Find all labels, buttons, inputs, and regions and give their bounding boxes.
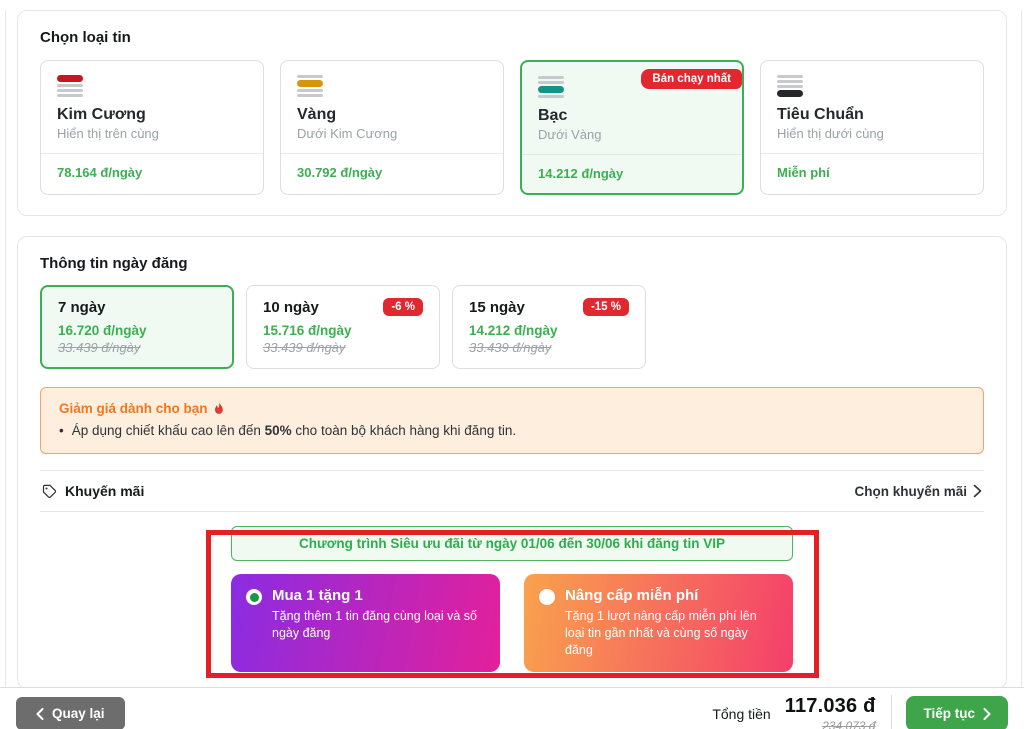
duration-old-price: 33.439 đ/ngày	[263, 340, 423, 355]
promotion-cards: Mua 1 tặng 1 Tặng thêm 1 tin đăng cùng l…	[231, 574, 793, 672]
total-amount: 117.036 đ	[785, 695, 876, 718]
promo-card-title: Mua 1 tặng 1	[272, 587, 485, 604]
back-button-label: Quay lại	[52, 706, 105, 721]
duration-old-price: 33.439 đ/ngày	[469, 340, 629, 355]
post-pricing-page: Chọn loại tin Kim Cương Hiển thị trên cù…	[0, 10, 1024, 729]
bullet-text: cho toàn bộ khách hàng khi đăng tin.	[292, 423, 516, 438]
promo-card-buy1-get1[interactable]: Mua 1 tặng 1 Tặng thêm 1 tin đăng cùng l…	[231, 574, 500, 672]
flame-icon	[213, 402, 225, 416]
promo-card-description: Tặng 1 lượt nâng cấp miễn phí lên loại t…	[565, 608, 778, 659]
type-card-main: Tiêu Chuẩn Hiển thị dưới cùng	[761, 61, 983, 153]
type-subtitle: Dưới Kim Cương	[297, 126, 487, 141]
type-card-vang[interactable]: Vàng Dưới Kim Cương 30.792 đ/ngày	[280, 60, 504, 195]
type-name: Kim Cương	[57, 106, 247, 124]
chevron-left-icon	[36, 708, 44, 720]
type-subtitle: Hiển thị trên cùng	[57, 126, 247, 141]
choose-promotion-link[interactable]: Chọn khuyến mãi	[854, 484, 982, 499]
tag-icon	[42, 484, 57, 499]
duration-card-7-days[interactable]: 7 ngày 16.720 đ/ngày 33.439 đ/ngày	[40, 285, 234, 369]
type-price: 30.792 đ/ngày	[297, 165, 382, 180]
total-label: Tổng tiền	[712, 706, 770, 722]
total-group: Tổng tiền 117.036 đ 234.073 đ Tiếp tục	[712, 695, 1008, 729]
duration-price: 14.212 đ/ngày	[469, 323, 629, 338]
bullet-bold-text: 50%	[265, 423, 292, 438]
page-left-edge	[5, 10, 6, 729]
promo-card-free-upgrade[interactable]: Nâng cấp miễn phí Tặng 1 lượt nâng cấp m…	[524, 574, 793, 672]
tier-position-third-icon	[538, 76, 564, 98]
chevron-right-icon	[983, 708, 991, 720]
type-price: 14.212 đ/ngày	[538, 166, 623, 181]
divider	[40, 511, 984, 512]
tier-position-second-icon	[297, 75, 323, 97]
type-subtitle: Hiển thị dưới cùng	[777, 126, 967, 141]
type-card-tieu-chuan[interactable]: Tiêu Chuẩn Hiển thị dưới cùng Miễn phí	[760, 60, 984, 195]
discount-note-title: Giảm giá dành cho bạn	[59, 401, 965, 416]
discount-percent-badge: -6 %	[383, 298, 423, 316]
vertical-divider	[891, 695, 892, 729]
bullet-text: Áp dụng chiết khấu cao lên đến	[72, 423, 265, 438]
type-name: Vàng	[297, 106, 487, 124]
tier-position-top-icon	[57, 75, 83, 97]
promotion-label: Khuyến mãi	[65, 483, 144, 499]
type-card-main: Vàng Dưới Kim Cương	[281, 61, 503, 153]
type-card-footer: 78.164 đ/ngày	[41, 153, 263, 192]
promotion-label-group: Khuyến mãi	[42, 483, 144, 499]
listing-type-grid: Kim Cương Hiển thị trên cùng 78.164 đ/ng…	[40, 60, 984, 195]
discount-note-box: Giảm giá dành cho bạn Áp dụng chiết khấu…	[40, 387, 984, 454]
choose-promotion-label: Chọn khuyến mãi	[854, 484, 967, 499]
vip-promotion-area: Chương trình Siêu ưu đãi từ ngày 01/06 đ…	[231, 526, 793, 672]
type-card-footer: 30.792 đ/ngày	[281, 153, 503, 192]
tier-position-bottom-icon	[777, 75, 803, 97]
promo-card-description: Tặng thêm 1 tin đăng cùng loại và số ngà…	[272, 608, 485, 642]
duration-label: 15 ngày	[469, 299, 525, 316]
type-card-footer: Miễn phí	[761, 153, 983, 192]
posting-days-title: Thông tin ngày đăng	[40, 255, 984, 272]
page-right-edge	[1021, 10, 1022, 729]
vip-promotion-banner: Chương trình Siêu ưu đãi từ ngày 01/06 đ…	[231, 526, 793, 561]
continue-button-label: Tiếp tục	[923, 706, 975, 721]
duration-price: 16.720 đ/ngày	[58, 323, 216, 338]
duration-card-15-days[interactable]: 15 ngày -15 % 14.212 đ/ngày 33.439 đ/ngà…	[452, 285, 646, 369]
type-card-main: Kim Cương Hiển thị trên cùng	[41, 61, 263, 153]
type-price: Miễn phí	[777, 165, 830, 180]
continue-button[interactable]: Tiếp tục	[906, 696, 1008, 729]
discount-note-title-text: Giảm giá dành cho bạn	[59, 401, 208, 416]
bottom-action-bar: Quay lại Tổng tiền 117.036 đ 234.073 đ T…	[0, 687, 1024, 729]
duration-label: 7 ngày	[58, 299, 106, 316]
posting-days-section: Thông tin ngày đăng 7 ngày 16.720 đ/ngày…	[17, 236, 1007, 689]
promo-card-title: Nâng cấp miễn phí	[565, 587, 778, 604]
duration-grid: 7 ngày 16.720 đ/ngày 33.439 đ/ngày 10 ng…	[40, 285, 984, 369]
listing-type-title: Chọn loại tin	[40, 29, 984, 46]
duration-card-10-days[interactable]: 10 ngày -6 % 15.716 đ/ngày 33.439 đ/ngày	[246, 285, 440, 369]
radio-selected-icon[interactable]	[246, 589, 262, 605]
type-name: Bạc	[538, 107, 726, 125]
duration-old-price: 33.439 đ/ngày	[58, 340, 216, 355]
promotion-row: Khuyến mãi Chọn khuyến mãi	[40, 471, 984, 511]
duration-label: 10 ngày	[263, 299, 319, 316]
back-button[interactable]: Quay lại	[16, 697, 125, 729]
type-subtitle: Dưới Vàng	[538, 127, 726, 142]
type-card-kim-cuong[interactable]: Kim Cương Hiển thị trên cùng 78.164 đ/ng…	[40, 60, 264, 195]
total-amounts: 117.036 đ 234.073 đ	[785, 695, 876, 729]
type-price: 78.164 đ/ngày	[57, 165, 142, 180]
promo-card-text: Nâng cấp miễn phí Tặng 1 lượt nâng cấp m…	[565, 587, 778, 659]
listing-type-section: Chọn loại tin Kim Cương Hiển thị trên cù…	[17, 10, 1007, 216]
type-card-footer: 14.212 đ/ngày	[522, 154, 742, 193]
best-seller-badge: Bán chạy nhất	[641, 69, 742, 89]
discount-note-bullet: Áp dụng chiết khấu cao lên đến 50% cho t…	[59, 423, 965, 438]
type-card-bac[interactable]: Bán chạy nhất Bạc Dưới Vàng 14.212 đ/ngà…	[520, 60, 744, 195]
total-old-amount: 234.073 đ	[785, 719, 876, 729]
discount-percent-badge: -15 %	[583, 298, 629, 316]
radio-unselected-icon[interactable]	[539, 589, 555, 605]
chevron-right-icon	[973, 484, 982, 498]
promo-card-text: Mua 1 tặng 1 Tặng thêm 1 tin đăng cùng l…	[272, 587, 485, 659]
duration-price: 15.716 đ/ngày	[263, 323, 423, 338]
type-name: Tiêu Chuẩn	[777, 106, 967, 124]
